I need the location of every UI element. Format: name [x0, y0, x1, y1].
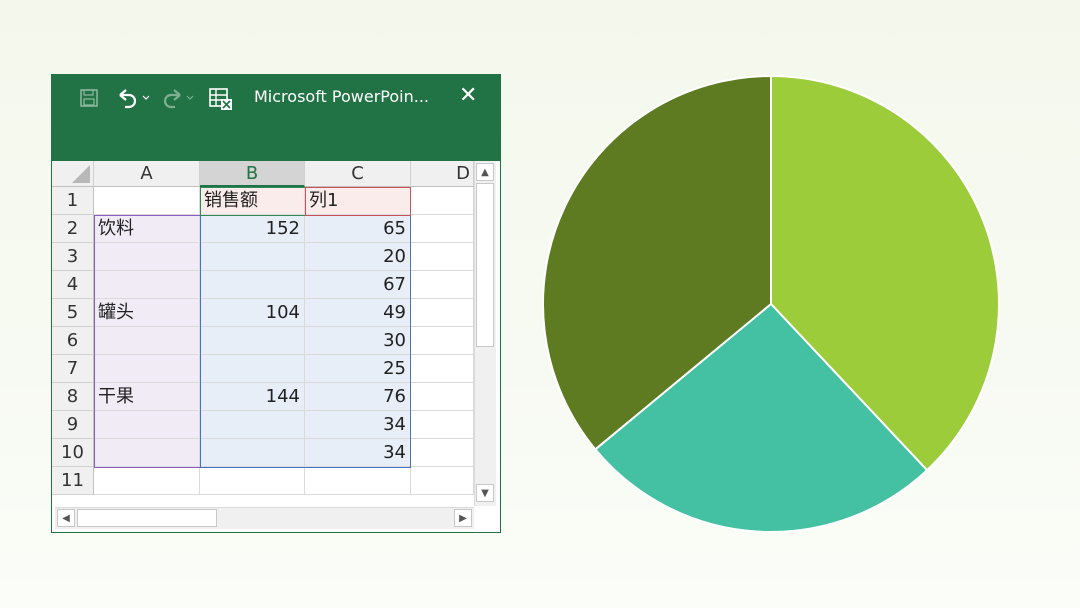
cell-d3[interactable]	[411, 243, 474, 271]
cell-b9[interactable]	[200, 411, 305, 439]
cell-a2[interactable]: 饮料	[94, 215, 200, 243]
title-bar: Microsoft PowerPoin... ✕	[52, 75, 500, 161]
column-header-b[interactable]: B	[200, 161, 305, 187]
cell-d9[interactable]	[411, 411, 474, 439]
row-header-4[interactable]: 4	[52, 271, 94, 299]
cell-c7[interactable]: 25	[305, 355, 411, 383]
row-header-1[interactable]: 1	[52, 187, 94, 215]
cell-b5[interactable]: 104	[200, 299, 305, 327]
cell-d6[interactable]	[411, 327, 474, 355]
cell-c4[interactable]: 67	[305, 271, 411, 299]
row-header-10[interactable]: 10	[52, 439, 94, 467]
pie-chart	[542, 74, 1000, 533]
cell-c3[interactable]: 20	[305, 243, 411, 271]
scroll-up-icon[interactable]: ▲	[476, 163, 494, 181]
close-icon[interactable]: ✕	[459, 83, 477, 109]
cell-b8[interactable]: 144	[200, 383, 305, 411]
redo-icon[interactable]	[160, 87, 194, 113]
cell-a11[interactable]	[94, 467, 200, 495]
column-header-a[interactable]: A	[94, 161, 200, 187]
cell-d10[interactable]	[411, 439, 474, 467]
save-icon[interactable]	[80, 89, 98, 111]
cell-a1[interactable]	[94, 187, 200, 215]
row-header-3[interactable]: 3	[52, 243, 94, 271]
cell-b4[interactable]	[200, 271, 305, 299]
cell-a10[interactable]	[94, 439, 200, 467]
cell-c11[interactable]	[305, 467, 411, 495]
cell-c8[interactable]: 76	[305, 383, 411, 411]
spreadsheet-window: Microsoft PowerPoin... ✕ A B C D 1 2 3 4…	[51, 74, 501, 533]
cell-c1[interactable]: 列1	[305, 187, 411, 215]
undo-icon[interactable]	[116, 87, 150, 113]
cell-b2[interactable]: 152	[200, 215, 305, 243]
row-header-6[interactable]: 6	[52, 327, 94, 355]
excel-sheet-icon[interactable]	[209, 87, 233, 115]
cell-b1[interactable]: 销售额	[200, 187, 305, 215]
cell-b6[interactable]	[200, 327, 305, 355]
cell-b11[interactable]	[200, 467, 305, 495]
cell-c2[interactable]: 65	[305, 215, 411, 243]
row-header-11[interactable]: 11	[52, 467, 94, 495]
horizontal-scroll-thumb[interactable]	[77, 509, 217, 527]
cell-a6[interactable]	[94, 327, 200, 355]
horizontal-scrollbar[interactable]: ◀ ▶	[55, 507, 474, 529]
cell-a9[interactable]	[94, 411, 200, 439]
cell-b7[interactable]	[200, 355, 305, 383]
cell-d11[interactable]	[411, 467, 474, 495]
scroll-left-icon[interactable]: ◀	[57, 509, 75, 527]
cell-a3[interactable]	[94, 243, 200, 271]
cell-c6[interactable]: 30	[305, 327, 411, 355]
row-header-9[interactable]: 9	[52, 411, 94, 439]
row-header-2[interactable]: 2	[52, 215, 94, 243]
cell-a4[interactable]	[94, 271, 200, 299]
row-header-7[interactable]: 7	[52, 355, 94, 383]
column-header-d[interactable]: D	[411, 161, 474, 187]
vertical-scroll-thumb[interactable]	[476, 183, 494, 347]
cell-c10[interactable]: 34	[305, 439, 411, 467]
cell-d8[interactable]	[411, 383, 474, 411]
cell-a8[interactable]: 干果	[94, 383, 200, 411]
cell-d5[interactable]	[411, 299, 474, 327]
cell-b10[interactable]	[200, 439, 305, 467]
scroll-right-icon[interactable]: ▶	[454, 509, 472, 527]
cell-d7[interactable]	[411, 355, 474, 383]
cell-a7[interactable]	[94, 355, 200, 383]
window-title: Microsoft PowerPoin...	[254, 87, 429, 106]
column-header-c[interactable]: C	[305, 161, 411, 187]
cell-c5[interactable]: 49	[305, 299, 411, 327]
select-all-corner[interactable]	[52, 161, 94, 187]
scroll-down-icon[interactable]: ▼	[476, 484, 494, 502]
cell-c9[interactable]: 34	[305, 411, 411, 439]
cell-b3[interactable]	[200, 243, 305, 271]
row-header-5[interactable]: 5	[52, 299, 94, 327]
cell-a5[interactable]: 罐头	[94, 299, 200, 327]
cell-d4[interactable]	[411, 271, 474, 299]
row-header-8[interactable]: 8	[52, 383, 94, 411]
cell-d2[interactable]	[411, 215, 474, 243]
cell-d1[interactable]	[411, 187, 474, 215]
vertical-scrollbar[interactable]: ▲ ▼	[474, 161, 496, 506]
